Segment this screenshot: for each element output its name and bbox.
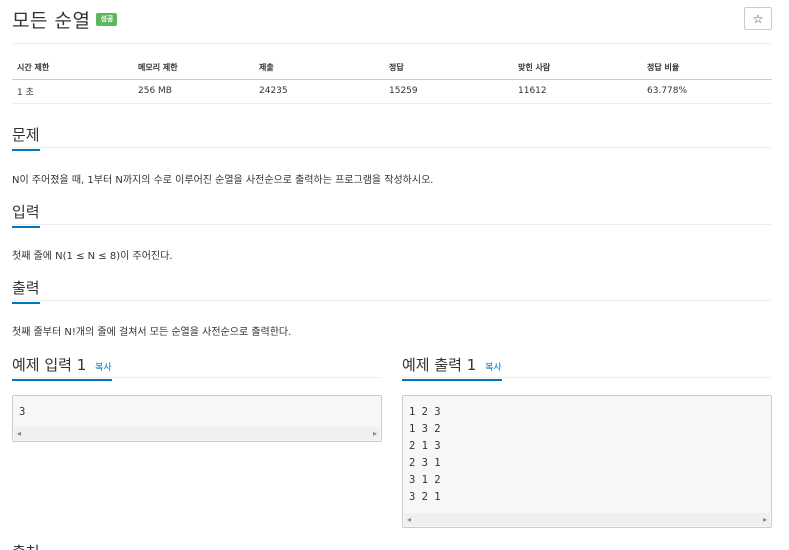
code-line: 3 2 1 bbox=[409, 491, 441, 503]
code-line: 1 3 2 bbox=[409, 423, 441, 435]
cell-submissions: 24235 bbox=[254, 79, 384, 104]
problem-info-table: 시간 제한 메모리 제한 제출 정답 맞힌 사람 정답 비율 1 초 256 M… bbox=[12, 57, 772, 104]
problem-heading: 문제 bbox=[12, 124, 40, 151]
sample-input-box: 3 ◂ ▸ bbox=[12, 395, 382, 442]
table-row: 1 초 256 MB 24235 15259 11612 63.778% bbox=[12, 79, 772, 104]
cell-solvers: 11612 bbox=[513, 79, 642, 104]
sample-output-box: 1 2 3 1 3 2 2 1 3 2 3 1 3 1 2 3 2 1 ◂ ▸ bbox=[402, 395, 772, 528]
title-divider bbox=[12, 43, 772, 44]
sample-input-heading: 예제 입력 1 복사 bbox=[12, 354, 112, 381]
sample-output-heading: 예제 출력 1 복사 bbox=[402, 354, 502, 381]
copy-output-button[interactable]: 복사 bbox=[485, 363, 502, 373]
source-heading-partial: 출처 bbox=[12, 541, 40, 550]
scroll-left-icon[interactable]: ◂ bbox=[17, 429, 21, 438]
cell-accepted: 15259 bbox=[384, 79, 513, 104]
sample-output-content: 1 2 3 1 3 2 2 1 3 2 3 1 3 1 2 3 2 1 bbox=[409, 404, 441, 506]
code-line: 2 1 3 bbox=[409, 440, 441, 452]
scroll-right-icon[interactable]: ▸ bbox=[763, 515, 767, 524]
favorite-button[interactable]: ☆ bbox=[744, 7, 772, 30]
output-section-header: 출력 bbox=[12, 277, 772, 304]
cell-accept-ratio: 63.778% bbox=[642, 79, 772, 104]
scroll-right-icon[interactable]: ▸ bbox=[373, 429, 377, 438]
header-submissions: 제출 bbox=[254, 57, 384, 80]
code-line: 3 bbox=[19, 406, 26, 418]
copy-input-button[interactable]: 복사 bbox=[95, 363, 112, 373]
code-line: 1 2 3 bbox=[409, 406, 441, 418]
header-accepted: 정답 bbox=[384, 57, 513, 80]
problem-section-header: 문제 bbox=[12, 124, 772, 151]
horizontal-scrollbar[interactable]: ◂ ▸ bbox=[14, 427, 380, 440]
header-solvers: 맞힌 사람 bbox=[513, 57, 642, 80]
scroll-left-icon[interactable]: ◂ bbox=[407, 515, 411, 524]
sample-output-header: 예제 출력 1 복사 bbox=[402, 354, 772, 381]
sample-input-content: 3 bbox=[19, 404, 25, 421]
input-section-header: 입력 bbox=[12, 201, 772, 228]
header-accept-ratio: 정답 비율 bbox=[642, 57, 772, 80]
page-title: 모든 순열 bbox=[12, 10, 91, 32]
horizontal-scrollbar[interactable]: ◂ ▸ bbox=[404, 513, 770, 526]
table-header-row: 시간 제한 메모리 제한 제출 정답 맞힌 사람 정답 비율 bbox=[12, 57, 772, 80]
problem-description: N이 주어졌을 때, 1부터 N까지의 수로 이루어진 순열을 사전순으로 출력… bbox=[12, 175, 434, 186]
output-description: 첫째 줄부터 N!개의 줄에 걸쳐서 모든 순열을 사전순으로 출력한다. bbox=[12, 327, 292, 338]
header-time-limit: 시간 제한 bbox=[12, 57, 133, 80]
input-description: 첫째 줄에 N(1 ≤ N ≤ 8)이 주어진다. bbox=[12, 251, 173, 262]
sample-input-header: 예제 입력 1 복사 bbox=[12, 354, 382, 381]
input-heading: 입력 bbox=[12, 201, 40, 228]
title-row: 모든 순열 성공 bbox=[12, 6, 118, 33]
cell-time-limit: 1 초 bbox=[12, 79, 133, 104]
code-line: 2 3 1 bbox=[409, 457, 441, 469]
cell-memory-limit: 256 MB bbox=[133, 79, 254, 104]
status-badge: 성공 bbox=[96, 13, 118, 26]
header-memory-limit: 메모리 제한 bbox=[133, 57, 254, 80]
output-heading: 출력 bbox=[12, 277, 40, 304]
star-icon: ☆ bbox=[752, 11, 764, 26]
code-line: 3 1 2 bbox=[409, 474, 441, 486]
